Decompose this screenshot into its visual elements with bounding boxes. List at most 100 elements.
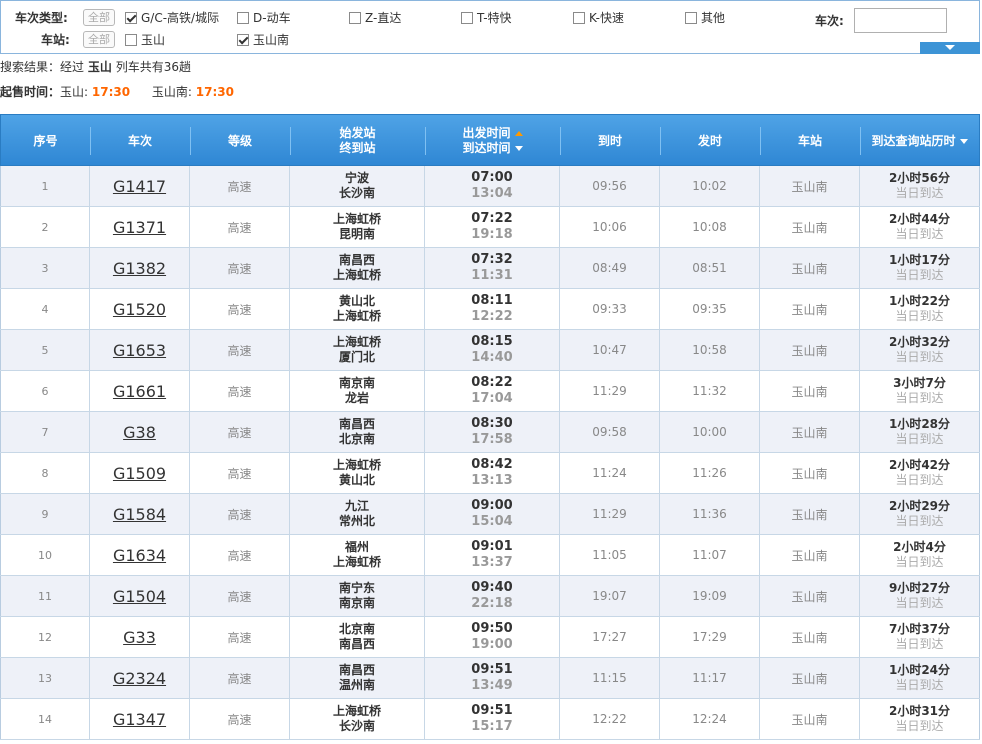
header-duration-label: 到达查询站历时 <box>871 133 956 148</box>
train-link[interactable]: G1347 <box>113 710 166 729</box>
cell-dep-arr: 09:51 13:49 <box>424 658 559 698</box>
cell-duration: 2小时32分 当日到达 <box>859 330 980 370</box>
train-link[interactable]: G1653 <box>113 341 166 360</box>
table-row: 7 G38 高速 南昌西 北京南 08:30 17:58 09:58 10:00 玉… <box>0 412 980 453</box>
sort-desc-icon[interactable] <box>514 146 523 151</box>
sort-desc-icon[interactable] <box>959 138 968 144</box>
station-checkbox-yushan[interactable]: 玉山 <box>125 30 165 50</box>
cell-grade: 高速 <box>189 412 289 452</box>
cell-arrive: 17:27 <box>559 617 659 657</box>
station-checkbox-yushannan[interactable]: 玉山南 <box>237 30 289 50</box>
from-station: 南昌西 <box>338 417 375 431</box>
train-link[interactable]: G1520 <box>113 300 166 319</box>
cell-grade: 高速 <box>189 699 289 739</box>
cell-duration: 9小时27分 当日到达 <box>859 576 980 616</box>
duration: 2小时31分 <box>888 704 951 718</box>
cell-idx: 3 <box>0 248 89 288</box>
cell-from-to: 北京南 南昌西 <box>289 617 424 657</box>
cell-from-to: 南京南 龙岩 <box>289 371 424 411</box>
cell-train: G2324 <box>89 658 189 698</box>
cell-from-to: 上海虹桥 长沙南 <box>289 699 424 739</box>
cell-train: G1504 <box>89 576 189 616</box>
to-station: 上海虹桥 <box>332 268 381 282</box>
train-link[interactable]: G1382 <box>113 259 166 278</box>
type-checkbox-k[interactable]: K-快速 <box>573 8 624 28</box>
train-link[interactable]: G1417 <box>113 177 166 196</box>
dep-time: 08:11 <box>471 293 513 308</box>
duration: 1小时17分 <box>888 253 951 267</box>
duration: 7小时37分 <box>888 622 951 636</box>
from-station: 福州 <box>344 540 369 554</box>
train-link[interactable]: G1371 <box>113 218 166 237</box>
cell-station: 玉山南 <box>759 535 859 575</box>
same-day: 当日到达 <box>895 555 944 569</box>
duration: 1小时22分 <box>888 294 951 308</box>
header-dep-arr[interactable]: 出发时间 到达时间 <box>425 115 560 167</box>
arr-time: 17:04 <box>471 391 513 406</box>
duration: 2小时32分 <box>888 335 951 349</box>
same-day: 当日到达 <box>895 473 944 487</box>
search-result-summary: 搜索结果：经过 玉山 列车共有36趟 <box>0 58 191 75</box>
same-day: 当日到达 <box>895 678 944 692</box>
type-checkbox-d[interactable]: D-动车 <box>237 8 291 28</box>
train-link[interactable]: G1509 <box>113 464 166 483</box>
train-link[interactable]: G33 <box>123 628 156 647</box>
table-row: 1 G1417 高速 宁波 长沙南 07:00 13:04 09:56 10:02 … <box>0 166 980 207</box>
to-station: 龙岩 <box>344 391 369 405</box>
cell-arrive: 09:56 <box>559 166 659 206</box>
cell-duration: 2小时56分 当日到达 <box>859 166 980 206</box>
station-all-button[interactable]: 全部 <box>83 31 115 48</box>
cell-station: 玉山南 <box>759 248 859 288</box>
type-checkbox-other[interactable]: 其他 <box>685 8 725 28</box>
train-link[interactable]: G1584 <box>113 505 166 524</box>
cell-from-to: 南昌西 上海虹桥 <box>289 248 424 288</box>
sort-asc-icon[interactable] <box>514 131 523 136</box>
cell-idx: 2 <box>0 207 89 247</box>
cell-idx: 12 <box>0 617 89 657</box>
dep-time: 07:22 <box>471 211 513 226</box>
header-train: 车次 <box>90 115 190 167</box>
table-row: 6 G1661 高速 南京南 龙岩 08:22 17:04 11:29 11:32 … <box>0 371 980 412</box>
cell-idx: 14 <box>0 699 89 739</box>
arr-time: 17:58 <box>471 432 513 447</box>
cell-train: G1509 <box>89 453 189 493</box>
expand-filter-button[interactable] <box>920 42 980 54</box>
cell-depart: 11:17 <box>659 658 759 698</box>
type-all-button[interactable]: 全部 <box>83 9 115 26</box>
train-link[interactable]: G1661 <box>113 382 166 401</box>
sale-time-line: 起售时间：玉山: 17:30 玉山南: 17:30 <box>0 83 234 100</box>
header-grade: 等级 <box>190 115 290 167</box>
cell-train: G1417 <box>89 166 189 206</box>
cell-duration: 1小时24分 当日到达 <box>859 658 980 698</box>
dep-time: 09:00 <box>471 498 513 513</box>
cell-dep-arr: 07:00 13:04 <box>424 166 559 206</box>
train-link[interactable]: G1504 <box>113 587 166 606</box>
cell-dep-arr: 09:00 15:04 <box>424 494 559 534</box>
table-row: 8 G1509 高速 上海虹桥 黄山北 08:42 13:13 11:24 11:2… <box>0 453 980 494</box>
cell-dep-arr: 09:51 15:17 <box>424 699 559 739</box>
table-row: 4 G1520 高速 黄山北 上海虹桥 08:11 12:22 09:33 09:3… <box>0 289 980 330</box>
cell-dep-arr: 08:22 17:04 <box>424 371 559 411</box>
cell-depart: 10:08 <box>659 207 759 247</box>
type-checkbox-t[interactable]: T-特快 <box>461 8 512 28</box>
cell-station: 玉山南 <box>759 330 859 370</box>
cell-train: G1371 <box>89 207 189 247</box>
train-link[interactable]: G1634 <box>113 546 166 565</box>
header-duration[interactable]: 到达查询站历时 <box>860 115 979 167</box>
station-filter-label: 车站: <box>41 33 70 47</box>
arr-time: 15:04 <box>471 514 513 529</box>
train-link[interactable]: G2324 <box>113 669 166 688</box>
type-checkbox-z[interactable]: Z-直达 <box>349 8 401 28</box>
cell-station: 玉山南 <box>759 207 859 247</box>
cell-depart: 10:58 <box>659 330 759 370</box>
same-day: 当日到达 <box>895 637 944 651</box>
cell-from-to: 九江 常州北 <box>289 494 424 534</box>
cell-idx: 1 <box>0 166 89 206</box>
to-station: 上海虹桥 <box>332 309 381 323</box>
cell-depart: 11:36 <box>659 494 759 534</box>
filter-panel: 车次类型: 全部 G/C-高铁/城际 D-动车 Z-直达 T-特快 K-快速 其… <box>0 0 980 54</box>
train-link[interactable]: G38 <box>123 423 156 442</box>
type-checkbox-gc[interactable]: G/C-高铁/城际 <box>125 8 219 28</box>
table-header: 序号 车次 等级 始发站 终到站 出发时间 到达时间 到时 发时 车站 到达查询站… <box>0 114 980 166</box>
train-no-input[interactable] <box>854 8 947 33</box>
